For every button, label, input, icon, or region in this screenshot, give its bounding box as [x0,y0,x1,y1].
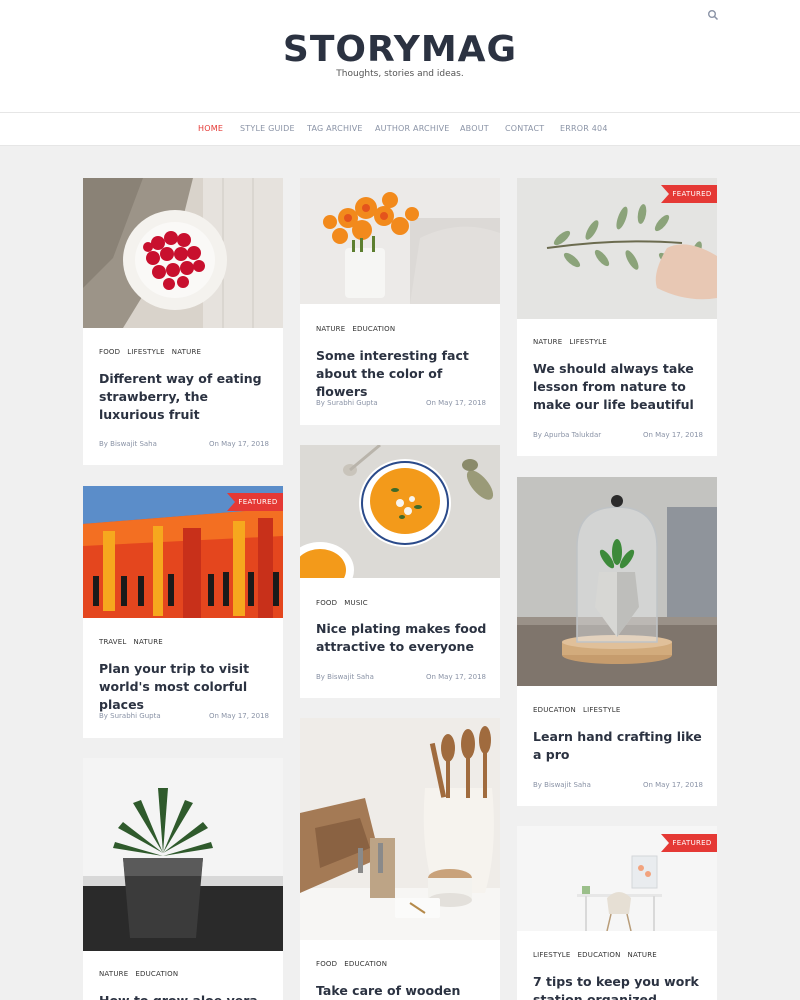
post-image-soup[interactable] [300,445,500,578]
post-date: On May 17, 2018 [208,712,269,720]
post-title[interactable]: How to grow aloe vera [99,992,271,1000]
post-card[interactable]: FOOD EDUCATION Take care of wooden kitche… [300,718,500,1000]
tag-link[interactable]: NATURE [628,951,657,959]
post-date: On May 17, 2018 [642,431,703,439]
nav-style-guide[interactable]: STYLE GUIDE [240,124,295,133]
post-card[interactable]: FEATURED LIFESTYLE EDUCATION NATURE 7 tips… [517,826,717,1000]
tag-link[interactable]: NATURE [134,638,163,646]
post-image-succulent[interactable] [83,758,283,951]
tag-link[interactable]: EDUCATION [533,706,576,714]
post-card[interactable]: FOOD LIFESTYLE NATURE Different way of eat… [83,178,283,465]
post-title[interactable]: Plan your trip to visit world's most col… [99,660,271,714]
post-title[interactable]: We should always take lesson from nature… [533,360,705,414]
post-tags: NATURE LIFESTYLE [533,338,614,346]
post-card[interactable]: NATURE EDUCATION Some interesting fact ab… [300,178,500,425]
search-icon[interactable] [707,9,719,21]
site-header: STORYMAG Thoughts, stories and ideas. [0,0,800,112]
nav-contact[interactable]: CONTACT [505,124,544,133]
post-image-kitchen[interactable] [300,718,500,940]
post-tags: TRAVEL NATURE [99,638,170,646]
tag-link[interactable]: NATURE [533,338,562,346]
post-title[interactable]: Some interesting fact about the color of… [316,347,488,401]
post-date: On May 17, 2018 [425,399,486,407]
tag-link[interactable]: FOOD [316,599,337,607]
featured-badge: FEATURED [661,185,717,203]
tag-link[interactable]: EDUCATION [352,325,395,333]
tag-link[interactable]: LIFESTYLE [583,706,621,714]
nav-error-404[interactable]: ERROR 404 [560,124,608,133]
post-author[interactable]: By Biswajit Saha [316,673,374,681]
site-logo[interactable]: STORYMAG [0,28,800,72]
tag-link[interactable]: NATURE [99,970,128,978]
featured-badge: FEATURED [227,493,283,511]
post-author[interactable]: By Biswajit Saha [533,781,591,789]
post-author[interactable]: By Surabhi Gupta [316,399,378,407]
post-image-flowers[interactable] [300,178,500,304]
post-tags: LIFESTYLE EDUCATION NATURE [533,951,664,959]
post-meta: By Biswajit Saha On May 17, 2018 [533,781,703,789]
tag-link[interactable]: NATURE [316,325,345,333]
tag-link[interactable]: EDUCATION [578,951,621,959]
post-card[interactable]: FOOD MUSIC Nice plating makes food attrac… [300,445,500,698]
post-tags: FOOD LIFESTYLE NATURE [99,348,208,356]
tag-link[interactable]: LIFESTYLE [569,338,607,346]
tag-link[interactable]: EDUCATION [135,970,178,978]
post-author[interactable]: By Surabhi Gupta [99,712,161,720]
post-card[interactable]: NATURE EDUCATION How to grow aloe vera [83,758,283,1000]
post-meta: By Biswajit Saha On May 17, 2018 [316,673,486,681]
nav-author-archive[interactable]: AUTHOR ARCHIVE [375,124,450,133]
post-date: On May 17, 2018 [208,440,269,448]
post-tags: EDUCATION LIFESTYLE [533,706,628,714]
post-tags: FOOD EDUCATION [316,960,394,968]
post-title[interactable]: Take care of wooden kitchen [316,982,488,1000]
tag-link[interactable]: LIFESTYLE [127,348,165,356]
post-title[interactable]: 7 tips to keep you work station organize… [533,973,705,1000]
tag-link[interactable]: FOOD [99,348,120,356]
main-nav: HOME STYLE GUIDE TAG ARCHIVE AUTHOR ARCH… [0,112,800,146]
nav-tag-archive[interactable]: TAG ARCHIVE [307,124,363,133]
post-image-glass-dome[interactable] [517,477,717,686]
post-meta: By Surabhi Gupta On May 17, 2018 [316,399,486,407]
post-date: On May 17, 2018 [642,781,703,789]
nav-about[interactable]: ABOUT [460,124,489,133]
featured-badge: FEATURED [661,834,717,852]
tag-link[interactable]: LIFESTYLE [533,951,571,959]
tag-link[interactable]: FOOD [316,960,337,968]
nav-home[interactable]: HOME [198,124,223,133]
post-date: On May 17, 2018 [425,673,486,681]
site-tagline: Thoughts, stories and ideas. [336,69,464,79]
post-tags: NATURE EDUCATION [99,970,185,978]
post-title[interactable]: Different way of eating strawberry, the … [99,370,271,424]
post-author[interactable]: By Apurba Talukdar [533,431,601,439]
post-meta: By Surabhi Gupta On May 17, 2018 [99,712,269,720]
post-author[interactable]: By Biswajit Saha [99,440,157,448]
tag-link[interactable]: EDUCATION [344,960,387,968]
post-card[interactable]: FEATURED NATURE LIFESTYLE We should alway… [517,178,717,456]
post-tags: FOOD MUSIC [316,599,375,607]
post-title[interactable]: Learn hand crafting like a pro [533,728,705,764]
post-card[interactable]: FEATURED TRAVEL NATURE Plan your trip to … [83,486,283,738]
tag-link[interactable]: NATURE [172,348,201,356]
post-image-strawberries[interactable] [83,178,283,328]
post-meta: By Apurba Talukdar On May 17, 2018 [533,431,703,439]
post-meta: By Biswajit Saha On May 17, 2018 [99,440,269,448]
post-card[interactable]: EDUCATION LIFESTYLE Learn hand crafting l… [517,477,717,806]
post-tags: NATURE EDUCATION [316,325,402,333]
tag-link[interactable]: TRAVEL [99,638,127,646]
post-title[interactable]: Nice plating makes food attractive to ev… [316,620,488,656]
tag-link[interactable]: MUSIC [344,599,368,607]
